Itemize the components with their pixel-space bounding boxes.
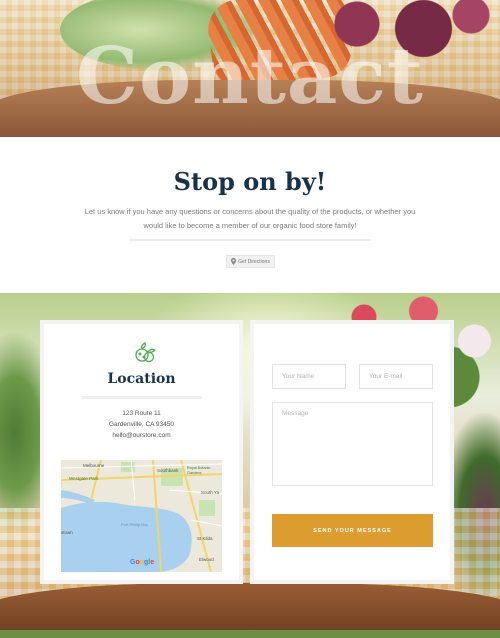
map-graphic: Melbourne Westgate Park Southbank Royal … bbox=[61, 460, 222, 572]
send-message-button[interactable]: SEND YOUR MESSAGE bbox=[272, 514, 433, 547]
map-label-st-kilda: St Kilda bbox=[197, 536, 213, 541]
intro-section: Stop on by! Let us know if you have any … bbox=[0, 137, 500, 293]
map-label-southbank: Southbank bbox=[157, 468, 179, 473]
location-divider bbox=[82, 396, 202, 399]
location-title: Location bbox=[107, 371, 176, 387]
map-label-elwood: Elwood bbox=[199, 557, 214, 562]
map-label-royal-botanic: Royal Botanic bbox=[187, 466, 211, 470]
vegetables-icon bbox=[135, 342, 156, 363]
address-line-2: Gardenville, CA 93450 bbox=[108, 421, 175, 428]
map-label-melbourne: Melbourne bbox=[83, 463, 105, 468]
location-card: Location 123 Route 11 Gardenville, CA 93… bbox=[40, 320, 243, 584]
map-label-bay: Port Phillip Bay bbox=[121, 522, 148, 527]
contact-email[interactable]: hello@ourstore.com bbox=[44, 432, 239, 439]
get-directions-button[interactable]: Get Directions bbox=[226, 255, 275, 268]
intro-description: Let us know if you have any questions or… bbox=[84, 207, 416, 230]
contact-form-card: SEND YOUR MESSAGE bbox=[250, 320, 454, 584]
map-label-gardens: Gardens bbox=[187, 471, 202, 475]
address-line-1: 123 Route 11 bbox=[122, 410, 161, 417]
hero-banner: Contact bbox=[0, 0, 500, 137]
google-logo: Google bbox=[130, 559, 154, 566]
get-directions-label: Get Directions bbox=[238, 258, 270, 265]
map-label-williamstown: stown bbox=[61, 530, 73, 535]
message-textarea[interactable] bbox=[272, 402, 433, 486]
hero-title: Contact bbox=[76, 31, 424, 122]
page-heading: Stop on by! bbox=[173, 167, 327, 196]
divider bbox=[129, 239, 371, 241]
email-input[interactable] bbox=[359, 364, 433, 389]
map-pin-icon bbox=[231, 258, 237, 265]
map-label-westgate-park: Westgate Park bbox=[69, 476, 99, 481]
footer-strip bbox=[0, 630, 500, 638]
location-map[interactable]: Melbourne Westgate Park Southbank Royal … bbox=[61, 460, 222, 572]
map-label-south-yarra: South Ya bbox=[201, 490, 220, 495]
name-input[interactable] bbox=[272, 364, 346, 389]
